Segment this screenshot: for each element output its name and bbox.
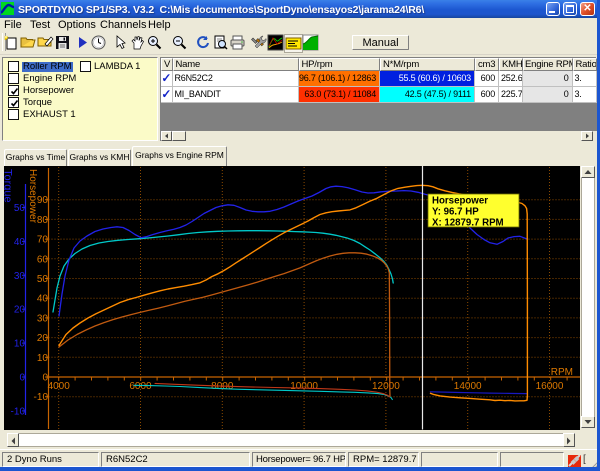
svg-text:Horsepower: Horsepower (432, 196, 488, 207)
svg-text:Horsepower: Horsepower (27, 169, 38, 224)
svg-text:50: 50 (37, 274, 49, 285)
svg-text:6000: 6000 (129, 381, 152, 392)
svg-text:Y: 96.7 HP: Y: 96.7 HP (432, 207, 479, 218)
svg-text:14000: 14000 (454, 381, 482, 392)
svg-text:30: 30 (14, 271, 26, 282)
svg-text:RPM: RPM (551, 367, 573, 378)
svg-text:4000: 4000 (48, 381, 71, 392)
svg-text:60: 60 (37, 254, 49, 265)
svg-text:40: 40 (14, 237, 26, 248)
svg-text:-10: -10 (11, 406, 26, 417)
svg-text:10: 10 (14, 339, 26, 350)
svg-text:20: 20 (37, 333, 49, 344)
svg-text:50: 50 (14, 203, 26, 214)
svg-text:12000: 12000 (372, 381, 400, 392)
svg-text:20: 20 (14, 305, 26, 316)
svg-text:X: 12879.7 RPM: X: 12879.7 RPM (432, 218, 504, 229)
svg-text:10: 10 (37, 353, 49, 364)
svg-text:16000: 16000 (536, 381, 564, 392)
svg-text:0: 0 (19, 373, 25, 384)
svg-text:70: 70 (37, 235, 49, 246)
svg-text:30: 30 (37, 313, 49, 324)
svg-text:-10: -10 (34, 392, 49, 403)
svg-text:40: 40 (37, 294, 49, 305)
svg-text:Torque: Torque (4, 169, 14, 203)
